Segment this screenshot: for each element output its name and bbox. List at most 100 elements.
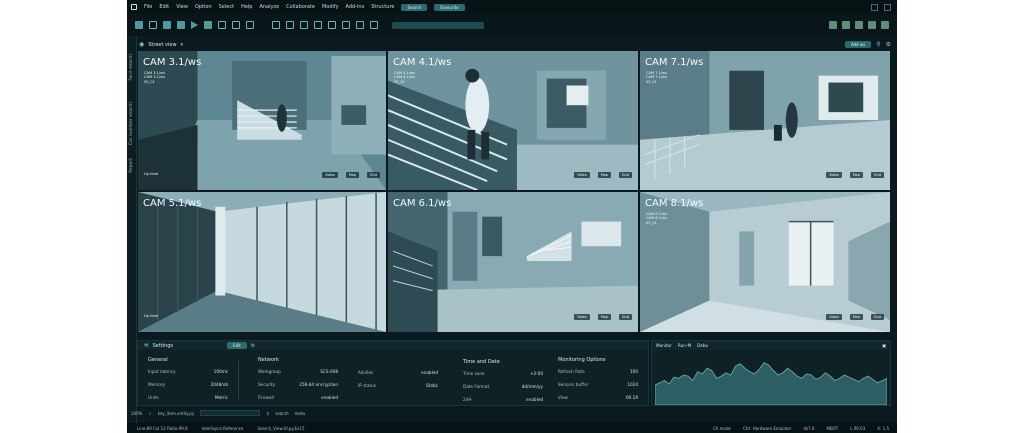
pause-icon[interactable] xyxy=(204,21,212,29)
stop-icon[interactable] xyxy=(218,21,226,29)
document-icon[interactable] xyxy=(314,21,322,29)
monitor-icon[interactable] xyxy=(829,21,837,29)
toolbar-search-input[interactable] xyxy=(392,21,484,29)
camera-tile[interactable]: CAM 6.1/ws Video Map Grid xyxy=(387,191,639,333)
clock-icon[interactable] xyxy=(232,21,240,29)
menu-structure[interactable]: Structure xyxy=(371,4,394,10)
chevron-down-icon[interactable]: ▾ xyxy=(181,42,184,48)
setting-row[interactable]: Memory 2048mb xyxy=(148,382,228,395)
camera-map-button[interactable]: Map xyxy=(849,314,863,320)
tab-monitor[interactable]: Monitor xyxy=(656,343,672,348)
setting-row[interactable]: View 00.19 xyxy=(558,395,638,408)
setting-row[interactable]: Firewall enabled xyxy=(258,395,338,408)
menu-help[interactable]: Help xyxy=(241,4,252,10)
camera-video-button[interactable]: Video xyxy=(322,172,338,178)
pointer-icon[interactable] xyxy=(246,21,254,29)
undo-icon[interactable] xyxy=(356,21,364,29)
camera-map-button[interactable]: Map xyxy=(597,172,611,178)
trash-icon[interactable] xyxy=(881,21,889,29)
camera-tile[interactable]: CAM 4.1/ws CAM 4.1/ws CAM 4.1/ws 05_01 V… xyxy=(387,50,639,191)
redo-icon[interactable] xyxy=(370,21,378,29)
camera-tile[interactable]: CAM 8.1/ws CAM 8.1/ws CAM 8.1/ws 05_01 V… xyxy=(639,191,891,333)
save-icon[interactable] xyxy=(163,21,171,29)
menu-collaborate[interactable]: Collaborate xyxy=(286,4,315,10)
view-title[interactable]: Street view xyxy=(148,42,176,48)
camera-grid-button[interactable]: Grid xyxy=(618,314,632,320)
setting-row[interactable]: Security 256-bit encryption xyxy=(258,382,338,395)
gear-icon[interactable]: ⚙ xyxy=(251,343,255,349)
camera-map-button[interactable]: Map xyxy=(345,172,359,178)
setting-row[interactable]: Sensors buffer 1024 xyxy=(558,382,638,395)
setting-row[interactable]: Input latency 100ms xyxy=(148,369,228,382)
camera-grid-button[interactable]: Grid xyxy=(870,314,884,320)
split-icon[interactable] xyxy=(868,21,876,29)
surveillance-app: File Edit View Option Select Help Analyz… xyxy=(127,0,897,433)
menu-analyze[interactable]: Analyze xyxy=(259,4,279,10)
menu-view[interactable]: View xyxy=(176,4,188,10)
camera-video-button[interactable]: Video xyxy=(826,172,842,178)
user-icon[interactable] xyxy=(842,21,850,29)
menu-option[interactable]: Option xyxy=(195,4,212,10)
status-mode[interactable]: Ch mode xyxy=(713,426,731,431)
setting-row[interactable]: Time zone +2:00 xyxy=(463,371,543,384)
command-input-text[interactable]: key_item.entity.py xyxy=(158,411,195,416)
expand-icon[interactable]: ▣ xyxy=(882,343,890,348)
menu-add-ins[interactable]: Add-ins xyxy=(346,4,365,10)
setting-value: 2048mb xyxy=(210,382,228,387)
grid-icon[interactable] xyxy=(135,21,143,29)
status-intellisync[interactable]: Intellisync:Reference xyxy=(202,426,244,431)
settings-title[interactable]: Settings xyxy=(152,343,173,349)
setting-row[interactable]: AdvSec enabled xyxy=(358,370,438,383)
setting-row[interactable]: Date Format dd/mm/yy xyxy=(463,384,543,397)
camera-tile[interactable]: CAM 7.1/ws CAM 7.1/ws CAM 7.1/ws 05_01 V… xyxy=(639,50,891,191)
copy-icon[interactable] xyxy=(286,21,294,29)
search-icon[interactable]: ⚲ xyxy=(876,41,880,48)
close-icon[interactable] xyxy=(884,3,891,11)
setting-row[interactable]: Workgroup SCS-008 xyxy=(258,369,338,382)
camera-map-button[interactable]: Map xyxy=(597,314,611,320)
search-icon[interactable]: ⚲ xyxy=(266,411,269,416)
camera-tile[interactable]: CAM 5.1/ws Up time xyxy=(137,191,387,333)
minimize-icon[interactable] xyxy=(871,3,878,11)
menu-modify[interactable]: Modify xyxy=(322,4,339,10)
status-file[interactable]: Search_View.UI.py.Ex15 xyxy=(257,426,304,431)
search-label[interactable]: search xyxy=(275,411,288,416)
setting-row[interactable]: Refresh Rate 100 xyxy=(558,369,638,382)
camera-tile[interactable]: CAM 3.1/ws CAM 3.1/ws CAM 3.1/ws 05_01 U… xyxy=(137,50,387,191)
paste-icon[interactable] xyxy=(300,21,308,29)
settings-edit-badge[interactable]: Edit xyxy=(227,342,247,349)
zoom-level[interactable]: 100% xyxy=(131,411,142,416)
tab-debug[interactable]: Debu xyxy=(697,343,708,348)
menu-edit[interactable]: Edit xyxy=(159,4,169,10)
meta-label[interactable]: meta xyxy=(295,411,305,416)
page-icon[interactable] xyxy=(328,21,336,29)
camera-video-button[interactable]: Video xyxy=(574,172,590,178)
camera-grid-button[interactable]: Grid xyxy=(618,172,632,178)
tab-car-number-search[interactable]: Car number search xyxy=(129,102,134,145)
status-hardware[interactable]: Ctrl: Hardware Emulator xyxy=(743,426,792,431)
layout-icon[interactable] xyxy=(272,21,280,29)
export-icon[interactable] xyxy=(177,21,185,29)
camera-grid-button[interactable]: Grid xyxy=(366,172,380,178)
add-ws-button[interactable]: Add ws xyxy=(844,41,872,48)
play-icon[interactable] xyxy=(191,21,198,29)
tab-run-m[interactable]: Run-M xyxy=(678,343,691,348)
favourite-pill-button[interactable]: Favourite xyxy=(434,3,465,11)
camera-map-button[interactable]: Map xyxy=(849,172,863,178)
command-input[interactable] xyxy=(200,410,261,416)
lock-icon[interactable] xyxy=(342,21,350,29)
camera-video-button[interactable]: Video xyxy=(826,314,842,320)
camera-grid-button[interactable]: Grid xyxy=(870,172,884,178)
setting-row[interactable]: IP status Static xyxy=(358,383,438,396)
tab-face-search[interactable]: Face search xyxy=(129,54,134,81)
search-pill-button[interactable]: Search xyxy=(401,3,428,11)
camera-video-button[interactable]: Video xyxy=(574,314,590,320)
setting-label: Input latency xyxy=(148,369,176,374)
menu-select[interactable]: Select xyxy=(219,4,234,10)
setting-row[interactable]: Units Metric xyxy=(148,395,228,408)
menu-file[interactable]: File xyxy=(144,4,152,10)
tab-report[interactable]: Report xyxy=(129,158,134,173)
network-icon[interactable] xyxy=(855,21,863,29)
chart-icon[interactable] xyxy=(149,21,157,29)
gear-icon[interactable]: ⚙ xyxy=(886,41,891,48)
